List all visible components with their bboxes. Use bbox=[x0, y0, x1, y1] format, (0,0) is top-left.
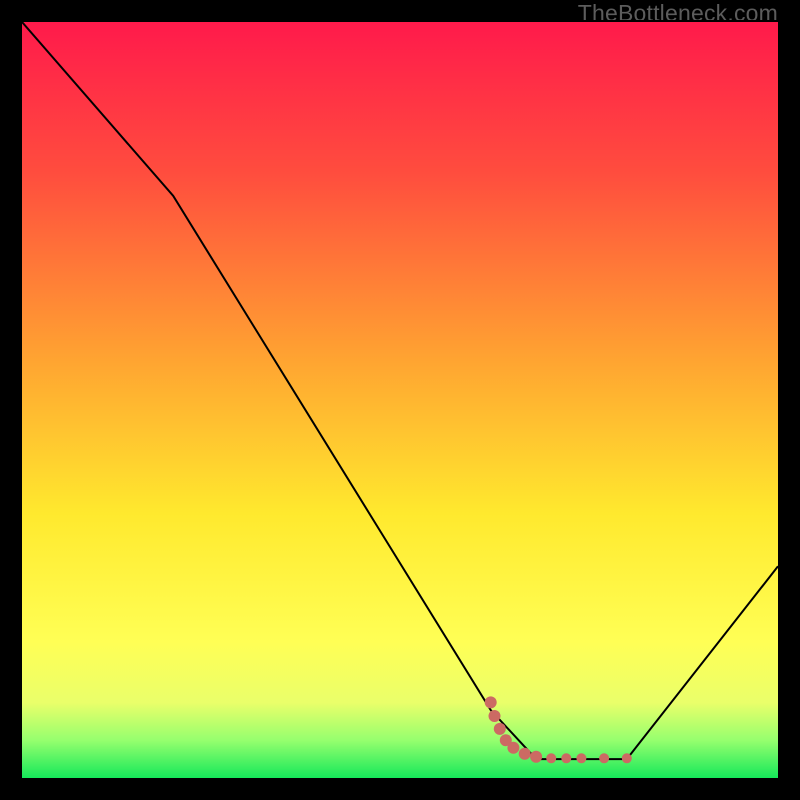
marker-dot bbox=[561, 753, 571, 763]
bottleneck-chart bbox=[22, 22, 778, 778]
marker-dot bbox=[622, 753, 632, 763]
marker-dot bbox=[507, 742, 519, 754]
marker-dot bbox=[485, 696, 497, 708]
marker-dot bbox=[576, 753, 586, 763]
marker-dot bbox=[530, 751, 542, 763]
marker-dot bbox=[599, 753, 609, 763]
marker-dot bbox=[519, 748, 531, 760]
marker-dot bbox=[494, 723, 506, 735]
chart-frame bbox=[20, 20, 780, 780]
marker-dot bbox=[489, 710, 501, 722]
chart-background bbox=[22, 22, 778, 778]
marker-dot bbox=[546, 753, 556, 763]
